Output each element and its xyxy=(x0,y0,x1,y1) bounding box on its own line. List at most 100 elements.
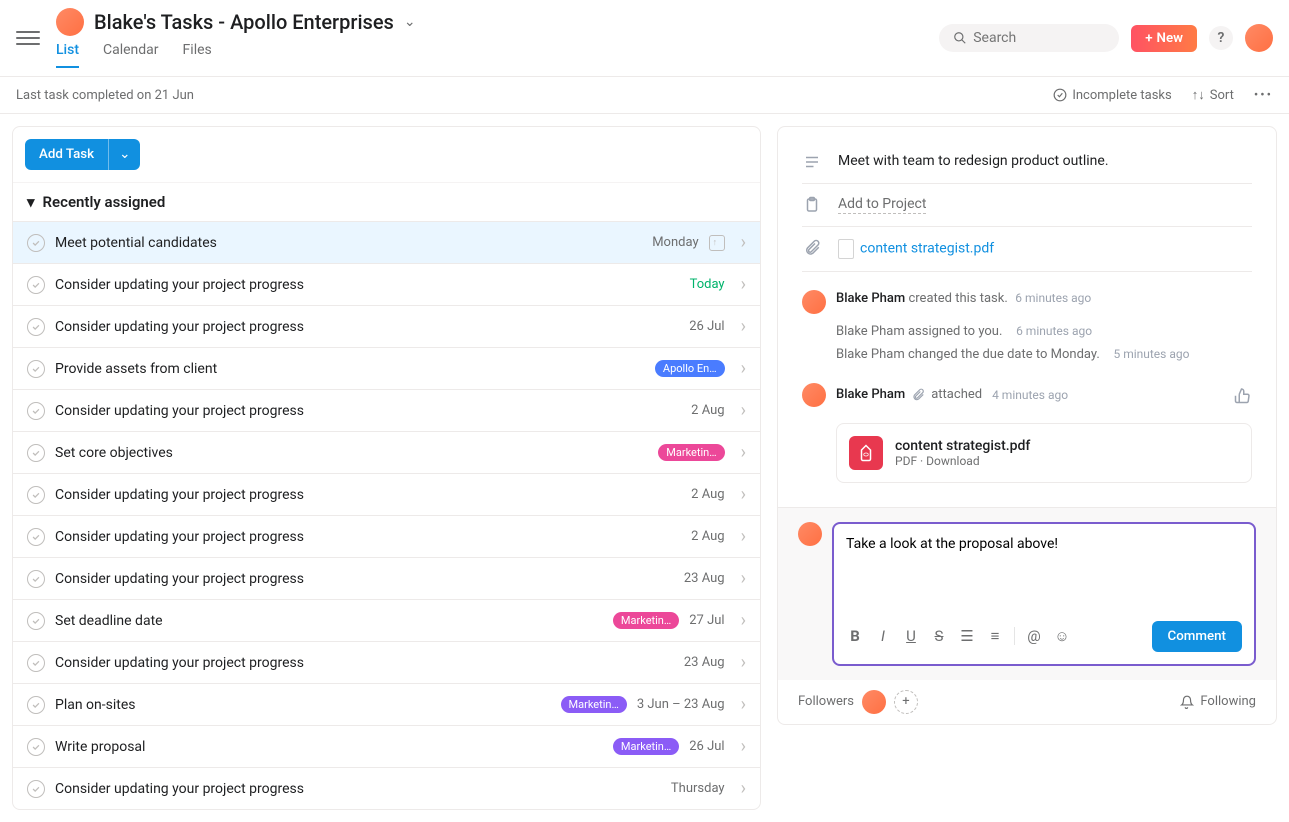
add-follower-button[interactable]: + xyxy=(894,690,918,714)
italic-icon[interactable]: I xyxy=(874,627,892,645)
comment-input[interactable] xyxy=(846,536,1242,613)
project-tag[interactable]: Marketin… xyxy=(561,696,627,713)
header-right: +New ? xyxy=(939,24,1273,52)
task-row[interactable]: Plan on-sitesMarketin…3 Jun – 23 Aug› xyxy=(13,683,760,725)
comment-button[interactable]: Comment xyxy=(1152,621,1242,652)
task-title: Consider updating your project progress xyxy=(55,781,661,797)
attachment-row: content strategist.pdf xyxy=(802,227,1252,272)
complete-toggle[interactable] xyxy=(27,318,45,336)
task-row[interactable]: Consider updating your project progress2… xyxy=(13,473,760,515)
last-completed-text: Last task completed on 21 Jun xyxy=(16,88,194,103)
add-to-project-link[interactable]: Add to Project xyxy=(838,196,926,214)
task-rows: Meet potential candidatesMonday›Consider… xyxy=(13,221,760,809)
search-input[interactable] xyxy=(973,30,1093,46)
tab-calendar[interactable]: Calendar xyxy=(103,42,159,68)
complete-toggle[interactable] xyxy=(27,612,45,630)
task-row[interactable]: Provide assets from clientApollo En…› xyxy=(13,347,760,389)
followers-bar: Followers + Following xyxy=(778,680,1276,724)
section-title: Recently assigned xyxy=(43,193,166,211)
tab-files[interactable]: Files xyxy=(183,42,212,68)
task-row[interactable]: Consider updating your project progress2… xyxy=(13,305,760,347)
chevron-right-icon: › xyxy=(741,400,746,421)
activity-attached: Blake Pham attached 4 minutes ago xyxy=(802,377,1252,413)
complete-toggle[interactable] xyxy=(27,570,45,588)
task-detail-panel: Meet with team to redesign product outli… xyxy=(777,126,1277,725)
project-tag[interactable]: Marketin… xyxy=(613,738,679,755)
project-tag[interactable]: Marketin… xyxy=(658,444,724,461)
header-left: Blake's Tasks - Apollo Enterprises ⌄ Lis… xyxy=(56,8,939,68)
plus-icon: + xyxy=(1145,31,1152,46)
user-avatar[interactable] xyxy=(1245,24,1273,52)
complete-toggle[interactable] xyxy=(27,696,45,714)
description-icon xyxy=(802,153,822,171)
help-button[interactable]: ? xyxy=(1209,26,1233,50)
bold-icon[interactable]: B xyxy=(846,627,864,645)
complete-toggle[interactable] xyxy=(27,654,45,672)
task-title: Consider updating your project progress xyxy=(55,403,681,419)
tab-list[interactable]: List xyxy=(56,42,79,68)
search-box[interactable] xyxy=(939,24,1119,52)
task-row[interactable]: Set deadline dateMarketin…27 Jul› xyxy=(13,599,760,641)
task-date: 26 Jul xyxy=(689,739,724,754)
underline-icon[interactable]: U xyxy=(902,627,920,645)
attachment-item[interactable]: content strategist.pdf xyxy=(838,239,994,259)
complete-toggle[interactable] xyxy=(27,276,45,294)
task-row[interactable]: Consider updating your project progress2… xyxy=(13,389,760,431)
complete-toggle[interactable] xyxy=(27,780,45,798)
filter-incomplete[interactable]: Incomplete tasks xyxy=(1053,88,1171,103)
task-row[interactable]: Consider updating your project progress2… xyxy=(13,515,760,557)
strike-icon[interactable]: S xyxy=(930,627,948,645)
app-header: Blake's Tasks - Apollo Enterprises ⌄ Lis… xyxy=(0,0,1289,77)
task-row[interactable]: Set core objectivesMarketin…› xyxy=(13,431,760,473)
mention-icon[interactable]: @ xyxy=(1025,627,1043,645)
complete-toggle[interactable] xyxy=(27,360,45,378)
comment-box[interactable]: B I U S ☰ ≡ @ ☺ Comment xyxy=(832,522,1256,666)
complete-toggle[interactable] xyxy=(27,738,45,756)
complete-toggle[interactable] xyxy=(27,528,45,546)
add-task-button[interactable]: Add Task xyxy=(25,139,108,170)
task-row[interactable]: Consider updating your project progressT… xyxy=(13,767,760,809)
chevron-right-icon: › xyxy=(741,526,746,547)
chevron-right-icon: › xyxy=(741,736,746,757)
task-row[interactable]: Consider updating your project progressT… xyxy=(13,263,760,305)
task-row[interactable]: Consider updating your project progress2… xyxy=(13,557,760,599)
caret-down-icon: ▾ xyxy=(27,193,35,211)
view-tabs: List Calendar Files xyxy=(56,42,939,68)
emoji-icon[interactable]: ☺ xyxy=(1053,627,1071,645)
complete-toggle[interactable] xyxy=(27,402,45,420)
project-tag[interactable]: Apollo En… xyxy=(655,360,725,377)
workspace-avatar[interactable] xyxy=(56,8,84,36)
task-date: 2 Aug xyxy=(691,529,724,544)
following-toggle[interactable]: Following xyxy=(1180,694,1256,709)
complete-toggle[interactable] xyxy=(27,444,45,462)
follower-avatar[interactable] xyxy=(862,690,886,714)
complete-toggle[interactable] xyxy=(27,486,45,504)
chevron-right-icon: › xyxy=(741,568,746,589)
task-date: Monday xyxy=(652,235,698,250)
task-row[interactable]: Meet potential candidatesMonday› xyxy=(13,221,760,263)
more-icon[interactable]: ••• xyxy=(1254,88,1273,103)
like-icon[interactable] xyxy=(1234,386,1252,404)
check-circle-icon xyxy=(1053,88,1067,102)
task-title: Set deadline date xyxy=(55,613,603,629)
task-row[interactable]: Write proposalMarketin…26 Jul› xyxy=(13,725,760,767)
task-row[interactable]: Consider updating your project progress2… xyxy=(13,641,760,683)
section-header[interactable]: ▾ Recently assigned xyxy=(13,183,760,221)
task-title: Provide assets from client xyxy=(55,361,645,377)
complete-toggle[interactable] xyxy=(27,234,45,252)
chevron-right-icon: › xyxy=(741,484,746,505)
task-date: 23 Aug xyxy=(684,571,725,586)
number-list-icon[interactable]: ≡ xyxy=(986,627,1004,645)
add-task-dropdown[interactable]: ⌄ xyxy=(108,139,140,170)
project-tag[interactable]: Marketin… xyxy=(613,612,679,629)
new-button[interactable]: +New xyxy=(1131,25,1197,52)
attachment-card[interactable]: content strategist.pdf PDF · Download xyxy=(836,423,1252,483)
task-title: Consider updating your project progress xyxy=(55,319,679,335)
bullet-list-icon[interactable]: ☰ xyxy=(958,627,976,645)
chevron-down-icon[interactable]: ⌄ xyxy=(404,14,416,30)
sort-button[interactable]: ↑↓Sort xyxy=(1192,87,1234,103)
chevron-right-icon: › xyxy=(741,652,746,673)
task-title: Consider updating your project progress xyxy=(55,487,681,503)
move-up-icon[interactable] xyxy=(709,235,725,251)
menu-icon[interactable] xyxy=(16,26,40,50)
